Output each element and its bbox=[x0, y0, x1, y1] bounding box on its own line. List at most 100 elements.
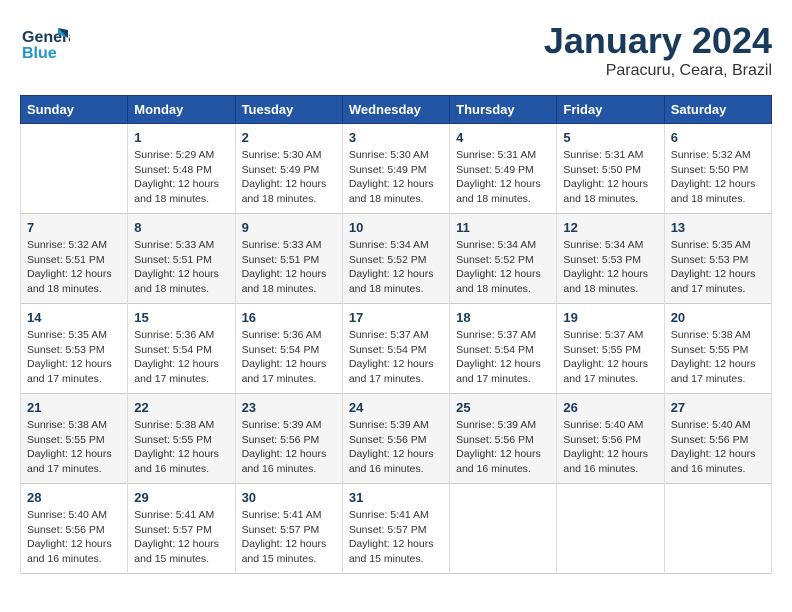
calendar-cell: 18 Sunrise: 5:37 AMSunset: 5:54 PMDayligh… bbox=[450, 304, 557, 394]
day-number: 16 bbox=[242, 310, 336, 325]
day-info: Sunrise: 5:41 AMSunset: 5:57 PMDaylight:… bbox=[134, 508, 228, 567]
week-row-4: 21 Sunrise: 5:38 AMSunset: 5:55 PMDayligh… bbox=[21, 394, 772, 484]
day-number: 19 bbox=[563, 310, 657, 325]
calendar-table: SundayMondayTuesdayWednesdayThursdayFrid… bbox=[20, 95, 772, 574]
day-info: Sunrise: 5:36 AMSunset: 5:54 PMDaylight:… bbox=[242, 328, 336, 387]
day-info: Sunrise: 5:29 AMSunset: 5:48 PMDaylight:… bbox=[134, 148, 228, 207]
day-number: 27 bbox=[671, 400, 765, 415]
calendar-cell: 19 Sunrise: 5:37 AMSunset: 5:55 PMDayligh… bbox=[557, 304, 664, 394]
day-info: Sunrise: 5:34 AMSunset: 5:52 PMDaylight:… bbox=[456, 238, 550, 297]
day-number: 1 bbox=[134, 130, 228, 145]
calendar-cell: 1 Sunrise: 5:29 AMSunset: 5:48 PMDaylight… bbox=[128, 124, 235, 214]
week-row-5: 28Sunrise: 5:40 AMSunset: 5:56 PMDayligh… bbox=[21, 484, 772, 574]
day-info: Sunrise: 5:35 AMSunset: 5:53 PMDaylight:… bbox=[671, 238, 765, 297]
day-number: 20 bbox=[671, 310, 765, 325]
calendar-cell: 27 Sunrise: 5:40 AMSunset: 5:56 PMDayligh… bbox=[664, 394, 771, 484]
calendar-cell: 25 Sunrise: 5:39 AMSunset: 5:56 PMDayligh… bbox=[450, 394, 557, 484]
day-number: 2 bbox=[242, 130, 336, 145]
day-info: Sunrise: 5:30 AMSunset: 5:49 PMDaylight:… bbox=[242, 148, 336, 207]
day-info: Sunrise: 5:40 AMSunset: 5:56 PMDaylight:… bbox=[671, 418, 765, 477]
calendar-cell: 10 Sunrise: 5:34 AMSunset: 5:52 PMDayligh… bbox=[342, 214, 449, 304]
day-number: 28 bbox=[27, 490, 121, 505]
header-sunday: Sunday bbox=[21, 96, 128, 124]
day-number: 3 bbox=[349, 130, 443, 145]
calendar-cell: 4 Sunrise: 5:31 AMSunset: 5:49 PMDaylight… bbox=[450, 124, 557, 214]
header-monday: Monday bbox=[128, 96, 235, 124]
calendar-cell: 17 Sunrise: 5:37 AMSunset: 5:54 PMDayligh… bbox=[342, 304, 449, 394]
day-number: 7 bbox=[27, 220, 121, 235]
week-row-1: 1 Sunrise: 5:29 AMSunset: 5:48 PMDaylight… bbox=[21, 124, 772, 214]
day-number: 11 bbox=[456, 220, 550, 235]
logo-icon: General Blue bbox=[20, 20, 70, 70]
header-thursday: Thursday bbox=[450, 96, 557, 124]
calendar-cell: 28Sunrise: 5:40 AMSunset: 5:56 PMDayligh… bbox=[21, 484, 128, 574]
calendar-cell: 29Sunrise: 5:41 AMSunset: 5:57 PMDayligh… bbox=[128, 484, 235, 574]
day-info: Sunrise: 5:38 AMSunset: 5:55 PMDaylight:… bbox=[134, 418, 228, 477]
page-header: General Blue January 2024 Paracuru, Cear… bbox=[20, 20, 772, 80]
day-info: Sunrise: 5:33 AMSunset: 5:51 PMDaylight:… bbox=[242, 238, 336, 297]
day-number: 26 bbox=[563, 400, 657, 415]
day-number: 31 bbox=[349, 490, 443, 505]
day-info: Sunrise: 5:32 AMSunset: 5:51 PMDaylight:… bbox=[27, 238, 121, 297]
calendar-cell: 21 Sunrise: 5:38 AMSunset: 5:55 PMDayligh… bbox=[21, 394, 128, 484]
svg-text:Blue: Blue bbox=[22, 45, 57, 62]
calendar-cell: 12Sunrise: 5:34 AMSunset: 5:53 PMDayligh… bbox=[557, 214, 664, 304]
logo: General Blue bbox=[20, 20, 70, 75]
calendar-cell: 3 Sunrise: 5:30 AMSunset: 5:49 PMDaylight… bbox=[342, 124, 449, 214]
calendar-cell: 22 Sunrise: 5:38 AMSunset: 5:55 PMDayligh… bbox=[128, 394, 235, 484]
day-number: 10 bbox=[349, 220, 443, 235]
day-info: Sunrise: 5:31 AMSunset: 5:50 PMDaylight:… bbox=[563, 148, 657, 207]
day-number: 23 bbox=[242, 400, 336, 415]
header-tuesday: Tuesday bbox=[235, 96, 342, 124]
day-info: Sunrise: 5:32 AMSunset: 5:50 PMDaylight:… bbox=[671, 148, 765, 207]
calendar-cell: 16 Sunrise: 5:36 AMSunset: 5:54 PMDayligh… bbox=[235, 304, 342, 394]
day-number: 22 bbox=[134, 400, 228, 415]
day-info: Sunrise: 5:34 AMSunset: 5:52 PMDaylight:… bbox=[349, 238, 443, 297]
calendar-cell: 5 Sunrise: 5:31 AMSunset: 5:50 PMDaylight… bbox=[557, 124, 664, 214]
calendar-cell: 9Sunrise: 5:33 AMSunset: 5:51 PMDaylight… bbox=[235, 214, 342, 304]
calendar-cell: 31Sunrise: 5:41 AMSunset: 5:57 PMDayligh… bbox=[342, 484, 449, 574]
week-row-2: 7 Sunrise: 5:32 AMSunset: 5:51 PMDaylight… bbox=[21, 214, 772, 304]
calendar-cell: 2 Sunrise: 5:30 AMSunset: 5:49 PMDaylight… bbox=[235, 124, 342, 214]
calendar-cell bbox=[21, 124, 128, 214]
calendar-cell: 11 Sunrise: 5:34 AMSunset: 5:52 PMDayligh… bbox=[450, 214, 557, 304]
calendar-cell: 24Sunrise: 5:39 AMSunset: 5:56 PMDayligh… bbox=[342, 394, 449, 484]
day-number: 5 bbox=[563, 130, 657, 145]
calendar-cell: 15 Sunrise: 5:36 AMSunset: 5:54 PMDayligh… bbox=[128, 304, 235, 394]
calendar-cell: 14 Sunrise: 5:35 AMSunset: 5:53 PMDayligh… bbox=[21, 304, 128, 394]
day-number: 12 bbox=[563, 220, 657, 235]
day-info: Sunrise: 5:37 AMSunset: 5:54 PMDaylight:… bbox=[456, 328, 550, 387]
day-info: Sunrise: 5:30 AMSunset: 5:49 PMDaylight:… bbox=[349, 148, 443, 207]
day-info: Sunrise: 5:38 AMSunset: 5:55 PMDaylight:… bbox=[671, 328, 765, 387]
day-number: 21 bbox=[27, 400, 121, 415]
calendar-cell: 8Sunrise: 5:33 AMSunset: 5:51 PMDaylight… bbox=[128, 214, 235, 304]
title-block: January 2024 Paracuru, Ceara, Brazil bbox=[544, 20, 772, 80]
day-info: Sunrise: 5:39 AMSunset: 5:56 PMDaylight:… bbox=[242, 418, 336, 477]
day-number: 30 bbox=[242, 490, 336, 505]
calendar-cell: 6Sunrise: 5:32 AMSunset: 5:50 PMDaylight… bbox=[664, 124, 771, 214]
day-number: 18 bbox=[456, 310, 550, 325]
day-info: Sunrise: 5:41 AMSunset: 5:57 PMDaylight:… bbox=[242, 508, 336, 567]
day-number: 25 bbox=[456, 400, 550, 415]
day-number: 17 bbox=[349, 310, 443, 325]
day-info: Sunrise: 5:31 AMSunset: 5:49 PMDaylight:… bbox=[456, 148, 550, 207]
month-title: January 2024 bbox=[544, 20, 772, 62]
calendar-cell: 26 Sunrise: 5:40 AMSunset: 5:56 PMDayligh… bbox=[557, 394, 664, 484]
calendar-cell: 20 Sunrise: 5:38 AMSunset: 5:55 PMDayligh… bbox=[664, 304, 771, 394]
calendar-cell: 30 Sunrise: 5:41 AMSunset: 5:57 PMDayligh… bbox=[235, 484, 342, 574]
day-number: 24 bbox=[349, 400, 443, 415]
day-info: Sunrise: 5:40 AMSunset: 5:56 PMDaylight:… bbox=[563, 418, 657, 477]
day-info: Sunrise: 5:39 AMSunset: 5:56 PMDaylight:… bbox=[456, 418, 550, 477]
day-info: Sunrise: 5:37 AMSunset: 5:55 PMDaylight:… bbox=[563, 328, 657, 387]
calendar-cell: 23 Sunrise: 5:39 AMSunset: 5:56 PMDayligh… bbox=[235, 394, 342, 484]
calendar-cell: 13 Sunrise: 5:35 AMSunset: 5:53 PMDayligh… bbox=[664, 214, 771, 304]
day-number: 14 bbox=[27, 310, 121, 325]
day-info: Sunrise: 5:35 AMSunset: 5:53 PMDaylight:… bbox=[27, 328, 121, 387]
calendar-header-row: SundayMondayTuesdayWednesdayThursdayFrid… bbox=[21, 96, 772, 124]
day-number: 13 bbox=[671, 220, 765, 235]
day-info: Sunrise: 5:37 AMSunset: 5:54 PMDaylight:… bbox=[349, 328, 443, 387]
day-number: 15 bbox=[134, 310, 228, 325]
day-info: Sunrise: 5:38 AMSunset: 5:55 PMDaylight:… bbox=[27, 418, 121, 477]
day-number: 4 bbox=[456, 130, 550, 145]
day-info: Sunrise: 5:36 AMSunset: 5:54 PMDaylight:… bbox=[134, 328, 228, 387]
